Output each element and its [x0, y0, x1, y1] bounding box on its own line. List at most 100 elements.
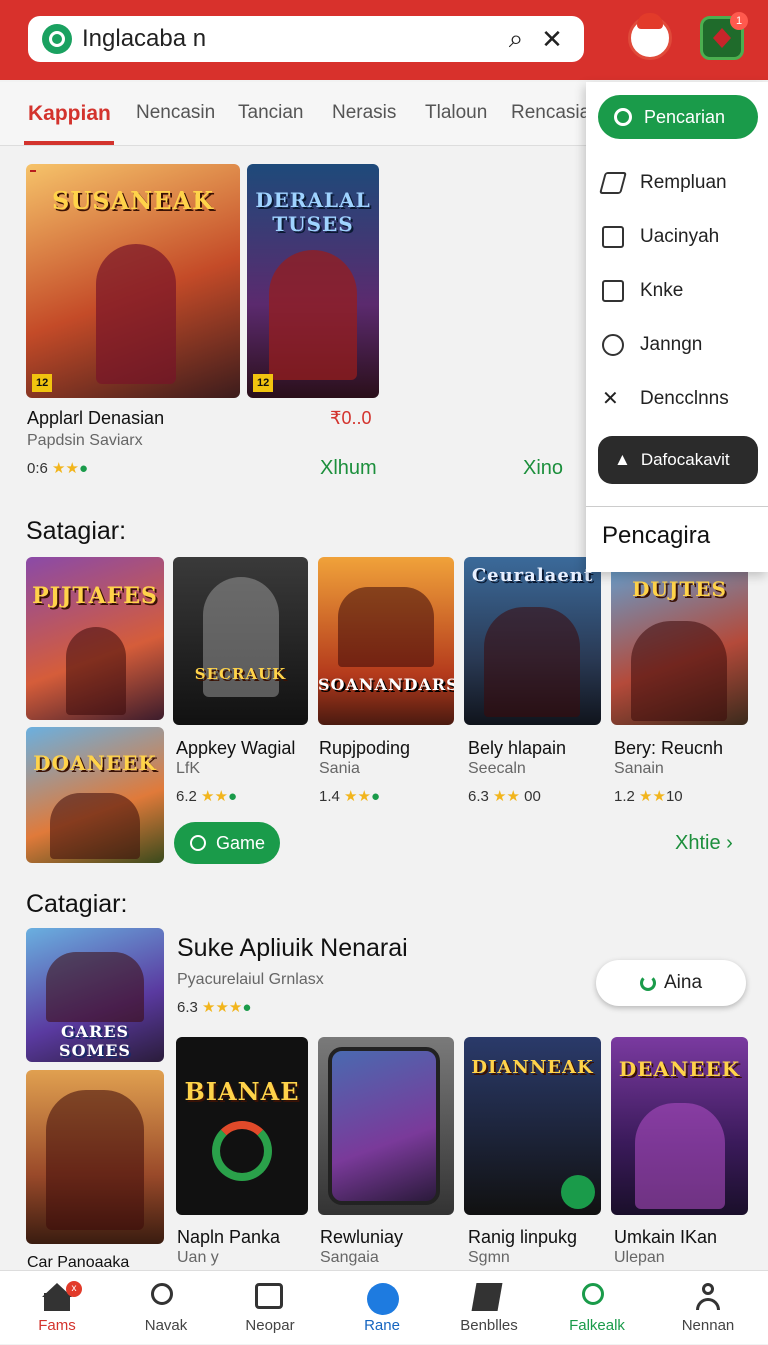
app-title[interactable]: Umkain IKan [614, 1227, 717, 1248]
star-icon: ★★★ [202, 999, 243, 1016]
user-icon [602, 334, 624, 356]
menu-item-label: Uacinyah [640, 226, 720, 247]
app-title[interactable]: Bery: Reucnh [614, 738, 723, 759]
featured-app-title[interactable]: Applarl Denasian [27, 408, 164, 429]
game-thumbnail[interactable]: GARES SOMES [26, 928, 164, 1062]
search-icon [151, 1283, 181, 1313]
aina-button[interactable]: Aina [596, 960, 746, 1006]
nav-fams[interactable]: Fams [9, 1271, 105, 1345]
hero-figure [631, 621, 727, 721]
more-link[interactable]: Xhtie › [675, 832, 733, 855]
refresh-icon [639, 975, 656, 991]
nav-label: Fams [38, 1317, 76, 1334]
pencarian-button[interactable]: Pencarian [598, 95, 758, 139]
chevron-right-icon: › [726, 832, 733, 854]
game-thumbnail[interactable]: DEANEEK [611, 1037, 748, 1215]
clock-icon [190, 835, 206, 851]
game-thumbnail[interactable]: DOANEEK [26, 727, 164, 863]
tab-kappian[interactable]: Kappian [28, 102, 111, 126]
age-rating-badge: 12 [32, 374, 53, 392]
game-thumbnail[interactable]: DUJTES [611, 557, 748, 725]
hero-figure [269, 250, 357, 380]
thumbnail-art-title: BIANAE [184, 1077, 300, 1106]
game-thumbnail[interactable]: BIANAE [176, 1037, 308, 1215]
game-button[interactable]: Game [174, 822, 280, 864]
star-icon: ★★ [344, 788, 371, 805]
app-title[interactable]: Napln Panka [177, 1227, 280, 1248]
featured-game-thumbnail-1[interactable]: SUSANEAK 12 [26, 164, 240, 398]
nav-benblles[interactable]: Benblles [441, 1271, 537, 1345]
profile-avatar[interactable] [628, 13, 672, 60]
app-title[interactable]: Appkey Wagial [176, 738, 295, 759]
star-icon: ★★ [201, 788, 228, 805]
thumbnail-art-title: SOANANDARS [318, 675, 454, 694]
game-thumbnail[interactable] [26, 1070, 164, 1244]
app-title[interactable]: Bely hlapain [468, 738, 566, 759]
menu-item-rempluan[interactable]: Rempluan [599, 168, 762, 198]
rating-value: 6.3 [177, 999, 198, 1016]
app-title[interactable]: Rewluniay [320, 1227, 403, 1248]
star-icon: ★★ [52, 460, 79, 477]
app-title[interactable]: Rupjpoding [319, 738, 410, 759]
rating-value: 6.2 [176, 788, 197, 805]
menu-item-janngn[interactable]: Janngn [602, 330, 762, 360]
gem-icon: ● [78, 460, 88, 477]
game-thumbnail[interactable]: SECRAUK [173, 557, 308, 725]
dial-graphic [212, 1121, 272, 1181]
app-rating: 1.4 ★★● [319, 787, 380, 805]
game-thumbnail[interactable]: SOANANDARS [318, 557, 454, 725]
app-title[interactable]: Ranig linpukg [468, 1227, 577, 1248]
app-subtitle: Sangaia [320, 1249, 379, 1266]
app-subtitle: Sanain [614, 760, 664, 777]
app-rating: 1.2 ★★10 [614, 787, 683, 805]
app-subtitle: Sgmn [468, 1249, 510, 1266]
phone-game-thumbnail[interactable] [318, 1037, 454, 1215]
menu-item-knke[interactable]: Knke [602, 276, 762, 306]
gem-icon: ● [242, 999, 252, 1016]
nav-neopar[interactable]: Neopar [222, 1271, 318, 1345]
tab-rencasia[interactable]: Rencasia [511, 102, 590, 124]
rating-count: 10 [665, 788, 683, 805]
thumbnail-art-title: DERALAL TUSES [255, 188, 371, 236]
dafocakavit-button[interactable]: ▲ Dafocakavit [598, 436, 758, 484]
thumbnail-art-title: DEANEEK [618, 1057, 741, 1081]
search-dropdown-menu: Pencarian Rempluan Uacinyah Knke Janngn … [586, 82, 768, 572]
tab-tancian[interactable]: Tancian [238, 102, 304, 124]
menu-item-label: Dencclnns [640, 388, 729, 409]
rating-value: 1.2 [614, 788, 635, 805]
nav-navak[interactable]: Navak [118, 1271, 214, 1345]
tab-nencasin[interactable]: Nencasin [136, 102, 215, 124]
menu-item-label: Rempluan [640, 172, 727, 193]
rating-value: 1.4 [319, 788, 340, 805]
search-icon[interactable]: ⌕ [498, 21, 534, 57]
nav-nennan[interactable]: Nennan [660, 1271, 756, 1345]
tab-nerasis[interactable]: Nerasis [332, 102, 396, 124]
app-subtitle: Seecaln [468, 760, 526, 777]
search-input[interactable]: Inglacaba n [82, 25, 498, 53]
game-thumbnail[interactable]: PJJTAFES [26, 557, 164, 720]
menu-item-dencclnns[interactable]: ✕ Dencclnns [602, 384, 762, 414]
search-bar[interactable]: Inglacaba n ⌕ ✕ [28, 16, 584, 62]
thumbnail-art-title: SECRAUK [194, 665, 287, 683]
game-thumbnail[interactable]: Ceuralaent [464, 557, 601, 725]
phone-screen [328, 1047, 440, 1205]
user-icon [693, 1283, 723, 1313]
search-logo-icon [42, 24, 72, 54]
tab-tlaloun[interactable]: Tlaloun [425, 102, 487, 124]
nav-rane[interactable]: Rane [334, 1271, 430, 1345]
featured-game-thumbnail-2[interactable]: DERALAL TUSES 12 [247, 164, 379, 398]
category-tabs: Kappian Nencasin Tancian Nerasis Tlaloun… [0, 82, 590, 146]
menu-item-uacinyah[interactable]: Uacinyah [602, 222, 762, 252]
menu-footer-title[interactable]: Pencagira [602, 522, 710, 550]
game-thumbnail[interactable]: DIANNEAK [464, 1037, 601, 1215]
thumbnail-art-title: DOANEEK [33, 751, 157, 775]
hero-figure [338, 587, 434, 667]
nav-label: Navak [144, 1317, 188, 1334]
nav-falkealk[interactable]: Falkealk [549, 1271, 645, 1345]
close-icon[interactable]: ✕ [534, 21, 570, 57]
nav-label: Neopar [245, 1317, 295, 1334]
featured-link-xlhum[interactable]: Xlhum [320, 457, 377, 480]
feature-title[interactable]: Suke Apliuik Nenarai [177, 934, 408, 963]
featured-link-xino[interactable]: Xino [523, 457, 563, 480]
star-icon: ★★ [493, 788, 520, 805]
